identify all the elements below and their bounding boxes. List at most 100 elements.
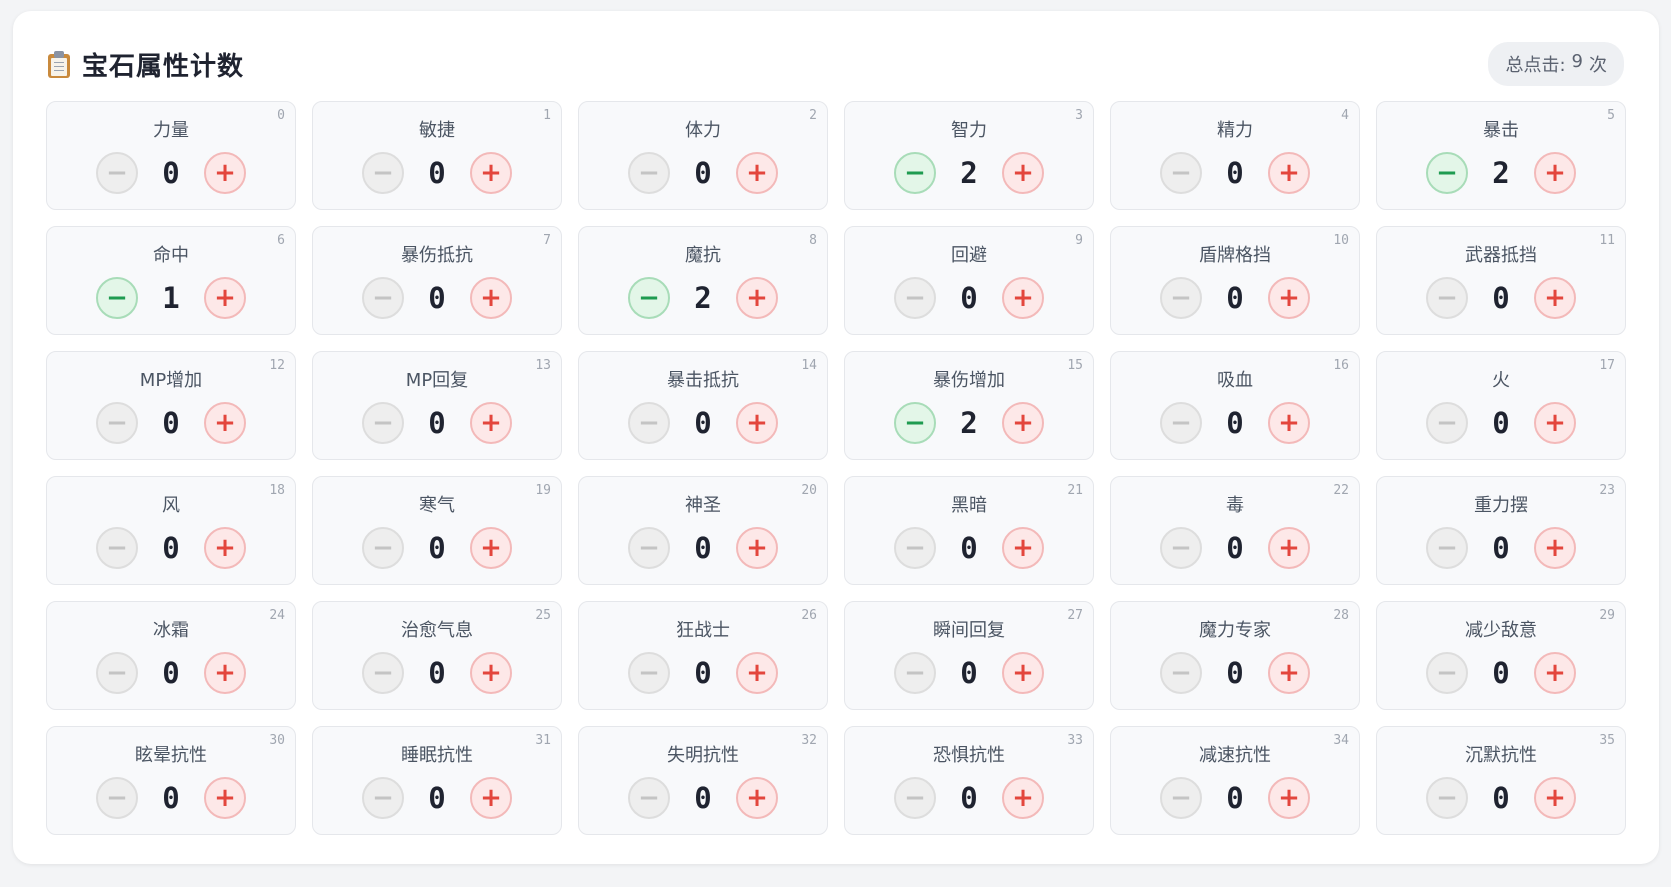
title-group: 宝石属性计数: [48, 46, 244, 83]
decrement-button[interactable]: −: [894, 277, 936, 319]
increment-button[interactable]: +: [204, 777, 246, 819]
increment-button[interactable]: +: [1534, 402, 1576, 444]
increment-button[interactable]: +: [1002, 402, 1044, 444]
increment-button[interactable]: +: [1268, 527, 1310, 569]
decrement-button[interactable]: −: [628, 652, 670, 694]
decrement-button[interactable]: −: [894, 527, 936, 569]
increment-button[interactable]: +: [204, 152, 246, 194]
increment-button[interactable]: +: [204, 277, 246, 319]
increment-button[interactable]: +: [1002, 527, 1044, 569]
increment-button[interactable]: +: [1268, 652, 1310, 694]
decrement-button[interactable]: −: [1160, 277, 1202, 319]
increment-button[interactable]: +: [1268, 402, 1310, 444]
counter-controls: − 0 +: [579, 652, 827, 694]
increment-button[interactable]: +: [204, 652, 246, 694]
increment-button[interactable]: +: [1268, 152, 1310, 194]
increment-button[interactable]: +: [736, 652, 778, 694]
attribute-name: MP增加: [139, 370, 203, 391]
decrement-button[interactable]: −: [1160, 527, 1202, 569]
increment-button[interactable]: +: [1534, 527, 1576, 569]
increment-button[interactable]: +: [1268, 277, 1310, 319]
total-clicks-label: 总点击:: [1505, 55, 1566, 76]
decrement-button[interactable]: −: [362, 152, 404, 194]
decrement-button[interactable]: −: [1426, 152, 1468, 194]
attribute-count: 0: [1492, 406, 1510, 440]
increment-button[interactable]: +: [470, 277, 512, 319]
decrement-button[interactable]: −: [628, 527, 670, 569]
decrement-button[interactable]: −: [628, 152, 670, 194]
decrement-button[interactable]: −: [628, 277, 670, 319]
increment-button[interactable]: +: [204, 527, 246, 569]
attribute-count: 2: [960, 406, 978, 440]
increment-button[interactable]: +: [736, 527, 778, 569]
decrement-button[interactable]: −: [1426, 527, 1468, 569]
increment-button[interactable]: +: [470, 402, 512, 444]
increment-button[interactable]: +: [1534, 277, 1576, 319]
attribute-index: 6: [277, 233, 285, 248]
attribute-count: 0: [162, 406, 180, 440]
decrement-button[interactable]: −: [362, 652, 404, 694]
increment-button[interactable]: +: [736, 402, 778, 444]
attribute-card: 减少敌意 29 − 0 +: [1376, 601, 1626, 710]
attribute-index: 26: [801, 608, 817, 623]
attribute-card: 武器抵挡 11 − 0 +: [1376, 226, 1626, 335]
decrement-button[interactable]: −: [362, 402, 404, 444]
increment-button[interactable]: +: [1002, 777, 1044, 819]
attribute-count: 0: [694, 781, 712, 815]
increment-button[interactable]: +: [470, 652, 512, 694]
attribute-name: 智力: [951, 120, 987, 141]
increment-button[interactable]: +: [1534, 652, 1576, 694]
attribute-count: 0: [1492, 656, 1510, 690]
attribute-name: 减速抗性: [1199, 745, 1271, 766]
decrement-button[interactable]: −: [1426, 402, 1468, 444]
decrement-button[interactable]: −: [894, 152, 936, 194]
decrement-button[interactable]: −: [628, 777, 670, 819]
attribute-card: 暴击抵抗 14 − 0 +: [578, 351, 828, 460]
decrement-button[interactable]: −: [894, 402, 936, 444]
increment-button[interactable]: +: [1002, 152, 1044, 194]
decrement-button[interactable]: −: [362, 777, 404, 819]
attribute-count: 0: [1492, 281, 1510, 315]
decrement-button[interactable]: −: [362, 527, 404, 569]
attribute-card: 风 18 − 0 +: [46, 476, 296, 585]
attribute-count: 2: [1492, 156, 1510, 190]
attribute-count: 0: [694, 656, 712, 690]
increment-button[interactable]: +: [470, 777, 512, 819]
attribute-card: MP回复 13 − 0 +: [312, 351, 562, 460]
increment-button[interactable]: +: [1534, 152, 1576, 194]
increment-button[interactable]: +: [1268, 777, 1310, 819]
attribute-card: 命中 6 − 1 +: [46, 226, 296, 335]
increment-button[interactable]: +: [470, 527, 512, 569]
decrement-button[interactable]: −: [1160, 652, 1202, 694]
decrement-button[interactable]: −: [362, 277, 404, 319]
increment-button[interactable]: +: [736, 277, 778, 319]
decrement-button[interactable]: −: [96, 277, 138, 319]
decrement-button[interactable]: −: [96, 777, 138, 819]
decrement-button[interactable]: −: [96, 652, 138, 694]
decrement-button[interactable]: −: [96, 152, 138, 194]
attribute-name: 命中: [153, 245, 189, 266]
total-clicks-badge: 总点击: 9 次: [1488, 42, 1624, 86]
decrement-button[interactable]: −: [1426, 652, 1468, 694]
decrement-button[interactable]: −: [1160, 402, 1202, 444]
attribute-name: 力量: [153, 120, 189, 141]
counter-controls: − 0 +: [1377, 277, 1625, 319]
decrement-button[interactable]: −: [96, 402, 138, 444]
attribute-name: 盾牌格挡: [1199, 245, 1271, 266]
increment-button[interactable]: +: [1002, 652, 1044, 694]
decrement-button[interactable]: −: [628, 402, 670, 444]
decrement-button[interactable]: −: [1160, 152, 1202, 194]
increment-button[interactable]: +: [736, 152, 778, 194]
increment-button[interactable]: +: [736, 777, 778, 819]
counter-controls: − 0 +: [1377, 652, 1625, 694]
decrement-button[interactable]: −: [894, 652, 936, 694]
increment-button[interactable]: +: [470, 152, 512, 194]
increment-button[interactable]: +: [1002, 277, 1044, 319]
increment-button[interactable]: +: [1534, 777, 1576, 819]
decrement-button[interactable]: −: [1160, 777, 1202, 819]
decrement-button[interactable]: −: [894, 777, 936, 819]
decrement-button[interactable]: −: [96, 527, 138, 569]
decrement-button[interactable]: −: [1426, 777, 1468, 819]
decrement-button[interactable]: −: [1426, 277, 1468, 319]
increment-button[interactable]: +: [204, 402, 246, 444]
